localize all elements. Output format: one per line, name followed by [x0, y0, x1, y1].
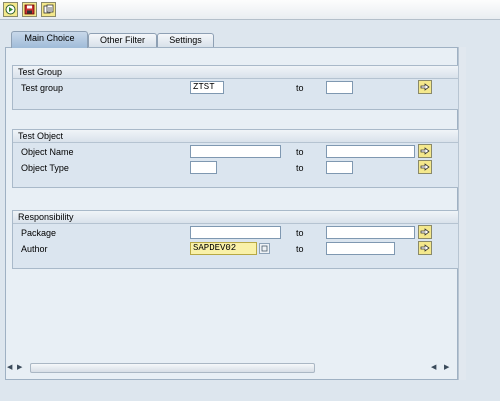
responsibility-section: Responsibility Package to Author SAPDEV0… [12, 210, 460, 269]
to-label: to [296, 147, 304, 157]
arrow-right-icon [420, 83, 430, 91]
test-group-from-input[interactable]: ZTST [190, 81, 224, 94]
execute-icon [5, 4, 16, 15]
test-group-to-input[interactable] [326, 81, 353, 94]
horizontal-scrollbar[interactable]: ◀ ▶ ◀ ▶ [5, 362, 458, 374]
scroll-left-icon[interactable]: ◀ [431, 362, 436, 374]
arrow-right-icon [420, 228, 430, 236]
section-title: Test Object [13, 130, 459, 143]
multiple-selection-button[interactable] [418, 80, 432, 94]
to-label: to [296, 163, 304, 173]
scrollbar-thumb[interactable] [30, 363, 315, 373]
multiple-selection-button[interactable] [418, 225, 432, 239]
to-label: to [296, 244, 304, 254]
save-variant-button[interactable] [22, 2, 37, 17]
tab-other-filter[interactable]: Other Filter [88, 33, 157, 47]
object-type-to-input[interactable] [326, 161, 353, 174]
execute-button[interactable] [3, 2, 18, 17]
get-variant-icon [43, 4, 54, 14]
author-from-input[interactable]: SAPDEV02 [190, 242, 257, 255]
status-bar [0, 381, 500, 401]
main-choice-panel: Test Group Test group ZTST to Test Objec… [5, 47, 460, 380]
multiple-selection-button[interactable] [418, 160, 432, 174]
value-help-icon [261, 245, 268, 252]
tab-main-choice[interactable]: Main Choice [11, 31, 88, 48]
arrow-right-icon [420, 163, 430, 171]
to-label: to [296, 228, 304, 238]
tab-label: Main Choice [24, 33, 75, 43]
object-name-from-input[interactable] [190, 145, 281, 158]
scroll-right-icon[interactable]: ▶ [17, 362, 22, 374]
tab-label: Settings [169, 35, 202, 45]
arrow-right-icon [420, 147, 430, 155]
object-type-from-input[interactable] [190, 161, 217, 174]
object-name-to-input[interactable] [326, 145, 415, 158]
application-toolbar [0, 0, 500, 20]
arrow-right-icon [420, 244, 430, 252]
value-help-button[interactable] [259, 243, 270, 254]
section-title: Responsibility [13, 211, 459, 224]
field-label: Author [21, 244, 48, 254]
test-object-section: Test Object Object Name to Object Type t… [12, 129, 460, 188]
package-to-input[interactable] [326, 226, 415, 239]
field-label: Object Type [21, 163, 69, 173]
scroll-left-icon[interactable]: ◀ [7, 362, 12, 374]
field-label: Package [21, 228, 57, 238]
save-icon [24, 4, 35, 15]
tab-label: Other Filter [99, 35, 145, 45]
field-label: Object Name [21, 147, 74, 157]
package-from-input[interactable] [190, 226, 281, 239]
vertical-scrollbar[interactable] [458, 47, 466, 380]
get-variant-button[interactable] [41, 2, 56, 17]
multiple-selection-button[interactable] [418, 241, 432, 255]
to-label: to [296, 83, 304, 93]
test-group-section: Test Group Test group ZTST to [12, 65, 460, 110]
multiple-selection-button[interactable] [418, 144, 432, 158]
field-label: Test group [21, 83, 64, 93]
author-to-input[interactable] [326, 242, 395, 255]
scroll-right-icon[interactable]: ▶ [444, 362, 449, 374]
tab-settings[interactable]: Settings [157, 33, 214, 47]
section-title: Test Group [13, 66, 459, 79]
right-margin [466, 20, 500, 401]
